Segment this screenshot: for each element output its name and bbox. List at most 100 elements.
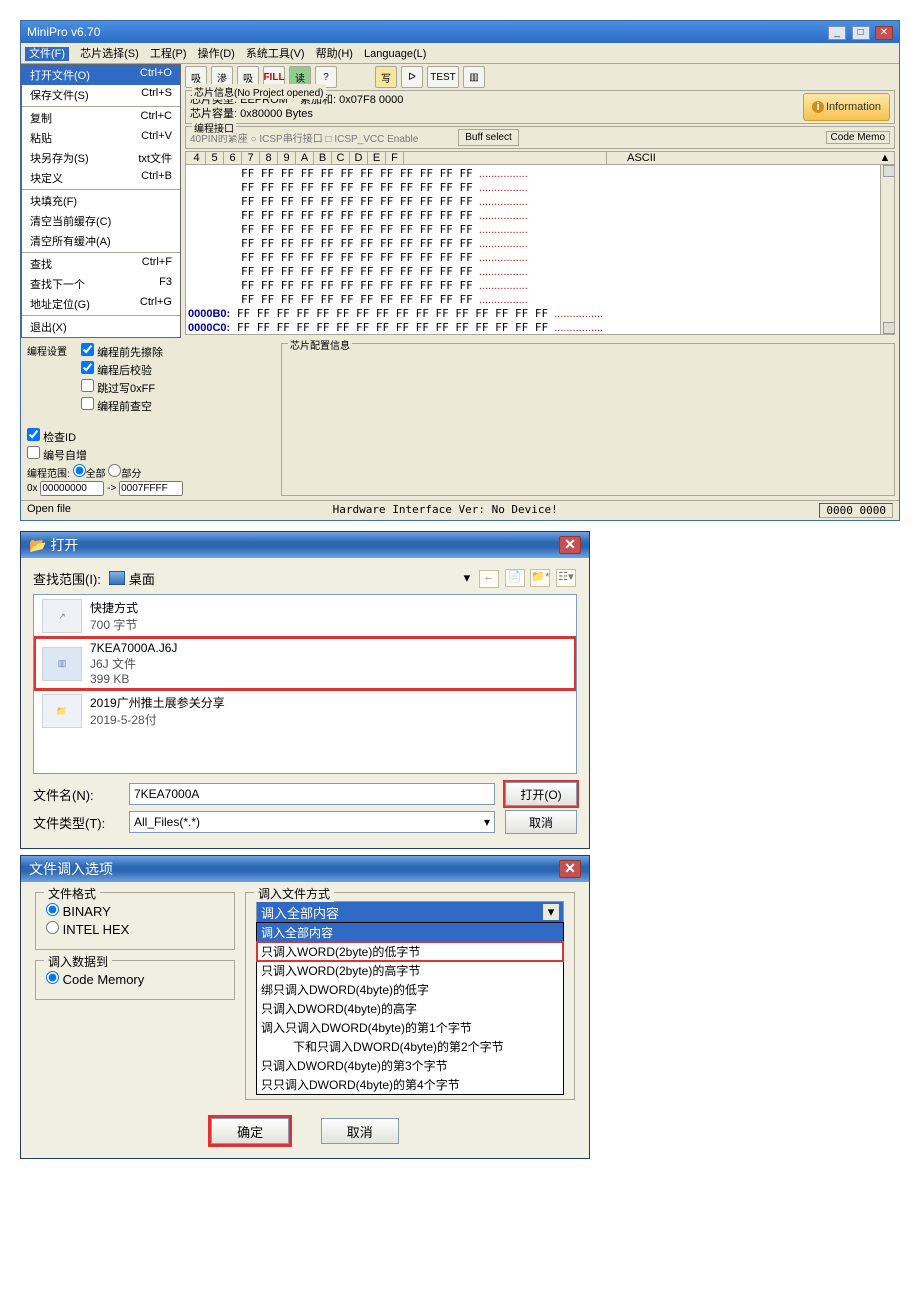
- title-bar[interactable]: MiniPro v6.70 _ □ ✕: [21, 21, 899, 43]
- open-dialog-title: 打开: [50, 537, 78, 553]
- open-dialog-title-bar[interactable]: 📂 打开 ✕: [21, 532, 589, 558]
- open-dialog-close[interactable]: ✕: [559, 536, 581, 554]
- menu-tools[interactable]: 系统工具(V): [246, 48, 305, 60]
- new-folname-icon[interactable]: 📁*: [530, 569, 550, 587]
- dest-code-memory[interactable]: Code Memory: [46, 971, 224, 987]
- load-mode-group: 调入文件方式 调入全部内容▾ 调入全部内容 只调入WORD(2byte)的低字节…: [245, 892, 575, 1100]
- opt-verify[interactable]: 编程后校验: [81, 361, 163, 378]
- file-menu-item[interactable]: 地址定位(G)Ctrl+G: [22, 294, 180, 314]
- buff-select-box: Buff select: [458, 129, 519, 146]
- chevron-down-icon[interactable]: ▾: [464, 570, 471, 586]
- file-list[interactable]: ↗ 快捷方式 700 字节 ▥ 7KEA7000A.J6J J6J 文件 399…: [33, 594, 577, 774]
- file-menu-item[interactable]: 粘贴Ctrl+V: [22, 128, 180, 148]
- load-opt-dword-b2[interactable]: 下和只调入DWORD(4byte)的第2个字节: [257, 1037, 563, 1056]
- code-memo-tab[interactable]: Code Memo: [826, 131, 890, 144]
- load-mode-dropdown[interactable]: 调入全部内容 只调入WORD(2byte)的低字节 只调入WORD(2byte)…: [256, 922, 564, 1095]
- toolbar-test[interactable]: TEST: [427, 66, 459, 88]
- list-item[interactable]: 📁 2019广州推土展参关分享 2019-5-28付: [34, 690, 576, 732]
- opts-buttons: 确定 取消: [35, 1118, 575, 1144]
- open-button[interactable]: 打开(O): [505, 782, 577, 806]
- load-opt-dword-b3[interactable]: 只调入DWORD(4byte)的第3个字节: [257, 1056, 563, 1075]
- close-button[interactable]: ✕: [875, 26, 893, 40]
- open-dialog: 📂 打开 ✕ 查找范围(I): 桌面 ▾ ← 📄 📁* ☷▾ ↗ 快捷方式 70…: [20, 531, 590, 849]
- load-dest-group: 调入数据到 Code Memory: [35, 960, 235, 1000]
- views-icon[interactable]: ☷▾: [556, 569, 576, 587]
- chevron-down-icon[interactable]: ▾: [484, 815, 490, 829]
- range-to[interactable]: [119, 481, 183, 496]
- load-opt-all[interactable]: 调入全部内容: [257, 923, 563, 942]
- menu-operate[interactable]: 操作(D): [198, 48, 235, 60]
- shortcut-icon: ↗: [42, 599, 82, 633]
- opt-blank-check[interactable]: 编程前查空: [81, 397, 163, 414]
- file-format-group: 文件格式 BINARY INTEL HEX: [35, 892, 235, 950]
- load-opt-dword-b4[interactable]: 只只调入DWORD(4byte)的第4个字节: [257, 1075, 563, 1094]
- menu-file[interactable]: 文件(F): [25, 47, 69, 61]
- load-opt-dword-low[interactable]: 绑只调入DWORD(4byte)的低字: [257, 980, 563, 999]
- opt-check-id[interactable]: 检查ID: [27, 428, 183, 445]
- back-icon[interactable]: ←: [479, 570, 499, 588]
- menu-help[interactable]: 帮助(H): [316, 48, 353, 60]
- hex-col: 4: [188, 152, 206, 164]
- prog-interface-box: 编程接口 40PIN的紧座 ○ ICSP串行接口 □ ICSP_VCC Enab…: [185, 126, 895, 149]
- range-from[interactable]: [40, 481, 104, 496]
- filetype-combo[interactable]: All_Files(*.*)▾: [129, 811, 495, 833]
- cancel-button[interactable]: 取消: [321, 1118, 399, 1144]
- list-item[interactable]: ↗ 快捷方式 700 字节: [34, 595, 576, 637]
- maximize-button[interactable]: □: [852, 26, 870, 40]
- checksum-value: 0x07F8 0000: [339, 94, 403, 106]
- up-icon[interactable]: 📄: [505, 569, 525, 587]
- range-row[interactable]: 编程范围: 全部 部分: [27, 464, 183, 480]
- cancel-button[interactable]: 取消: [505, 810, 577, 834]
- file-menu-item[interactable]: 清空所有缓冲(A): [22, 231, 180, 251]
- toolbar-go[interactable]: ᐅ: [401, 66, 423, 88]
- vertical-scrollbar[interactable]: [880, 165, 894, 334]
- filename-label: 文件名(N):: [33, 785, 119, 804]
- opt-skip-ff[interactable]: 跳过写0xFF: [81, 379, 163, 396]
- format-binary[interactable]: BINARY: [46, 903, 224, 919]
- file-menu-item[interactable]: 块填充(F): [22, 191, 180, 211]
- menu-bar[interactable]: 文件(F) 芯片选择(S) 工程(P) 操作(D) 系统工具(V) 帮助(H) …: [21, 43, 899, 64]
- file-menu-item[interactable]: 复制Ctrl+C: [22, 108, 180, 128]
- file-dropdown[interactable]: 打开文件(O)Ctrl+O保存文件(S)Ctrl+S 复制Ctrl+C粘贴Ctrl…: [21, 64, 181, 338]
- desktop-icon: [109, 571, 125, 585]
- hex-col: B: [314, 152, 332, 164]
- hex-header: 456789ABCDEF ASCII ▲: [185, 151, 895, 165]
- toolbar-write[interactable]: 写: [375, 66, 397, 88]
- load-opt-dword-high[interactable]: 只调入DWORD(4byte)的高字: [257, 999, 563, 1018]
- range-inputs[interactable]: 0x ->: [27, 481, 183, 496]
- list-item-selected[interactable]: ▥ 7KEA7000A.J6J J6J 文件 399 KB: [34, 637, 576, 690]
- hex-viewer[interactable]: FF FF FF FF FF FF FF FF FF FF FF FF ....…: [185, 165, 895, 335]
- file-menu-item[interactable]: 块定义Ctrl+B: [22, 168, 180, 188]
- file-menu-item[interactable]: 查找下一个F3: [22, 274, 180, 294]
- minimize-button[interactable]: _: [828, 26, 846, 40]
- lookin-combo[interactable]: 桌面 ▾: [109, 569, 470, 588]
- menu-language[interactable]: Language(L): [364, 48, 426, 60]
- format-intelhex[interactable]: INTEL HEX: [46, 921, 224, 937]
- scroll-up-icon[interactable]: ▲: [878, 152, 892, 164]
- file-menu-item[interactable]: 清空当前缓存(C): [22, 211, 180, 231]
- file-menu-item[interactable]: 块另存为(S)txt文件: [22, 148, 180, 168]
- status-mid: Hardware Interface Ver: No Device!: [333, 503, 558, 518]
- opts-close[interactable]: ✕: [559, 860, 581, 878]
- file-menu-item[interactable]: 打开文件(O)Ctrl+O: [22, 65, 180, 85]
- opt-auto-inc[interactable]: 编号自增: [27, 446, 183, 463]
- filename-input[interactable]: [129, 783, 495, 805]
- toolbar-ic[interactable]: ▥: [463, 66, 485, 88]
- menu-chip[interactable]: 芯片选择(S): [80, 48, 139, 60]
- load-opt-word-high[interactable]: 只调入WORD(2byte)的高字节: [257, 961, 563, 980]
- file-menu-item[interactable]: 查找Ctrl+F: [22, 254, 180, 274]
- menu-project[interactable]: 工程(P): [150, 48, 187, 60]
- load-opt-dword-b1[interactable]: 调入只调入DWORD(4byte)的第1个字节: [257, 1018, 563, 1037]
- file-menu-item[interactable]: 退出(X): [22, 317, 180, 337]
- file-menu-item[interactable]: 保存文件(S)Ctrl+S: [22, 85, 180, 105]
- status-bar: Open file Hardware Interface Ver: No Dev…: [21, 500, 899, 520]
- load-opt-word-low[interactable]: 只调入WORD(2byte)的低字节: [257, 942, 563, 961]
- hex-col: C: [332, 152, 350, 164]
- ok-button[interactable]: 确定: [211, 1118, 289, 1144]
- opt-erase[interactable]: 编程前先擦除: [81, 343, 163, 360]
- opts-title-bar[interactable]: 文件调入选项 ✕: [21, 856, 589, 882]
- information-button[interactable]: iInformation: [803, 93, 890, 121]
- nav-icons: ← 📄 📁* ☷▾: [478, 568, 577, 588]
- load-mode-combo[interactable]: 调入全部内容▾: [256, 901, 564, 923]
- chevron-down-icon[interactable]: ▾: [543, 904, 559, 920]
